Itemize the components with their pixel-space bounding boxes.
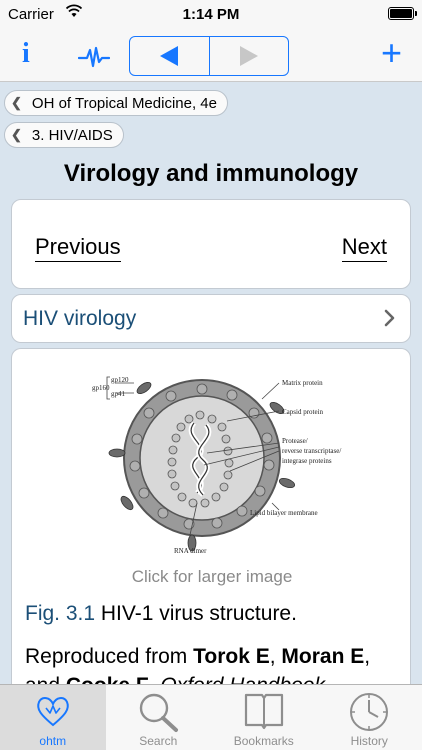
clock-time: 1:14 PM [182, 6, 240, 23]
breadcrumb-chapter[interactable]: ❮ 3. HIV/AIDS [4, 122, 124, 148]
label-matrix: Matrix protein [282, 379, 323, 387]
magnifier-icon [140, 693, 179, 732]
figure-card: gp160 gp120 gp41 Matrix protein Capsid p… [11, 348, 411, 708]
figure-caption-text: HIV-1 virus structure. [100, 602, 297, 625]
repro-author-2: Moran E [281, 645, 365, 668]
breadcrumb-label: 3. HIV/AIDS [31, 126, 113, 144]
tab-ohtm[interactable]: ohtm [0, 685, 106, 750]
tab-label: ohtm [39, 734, 67, 748]
forward-button[interactable] [208, 37, 289, 75]
info-icon[interactable]: i [22, 38, 30, 70]
tab-bar: ohtm Search Bookmarks History [0, 684, 422, 750]
prev-next-card: Previous Next [11, 199, 411, 289]
back-arrow-icon [160, 46, 179, 66]
tab-label: Search [139, 734, 178, 748]
click-for-larger-hint[interactable]: Click for larger image [12, 567, 410, 587]
label-protease-1: Protease/ [282, 437, 308, 445]
label-rna: RNA dimer [174, 547, 207, 555]
tab-history[interactable]: History [317, 685, 422, 750]
breadcrumb-label: OH of Tropical Medicine, 4e [31, 94, 217, 112]
pulse-icon[interactable] [78, 44, 110, 70]
status-bar: Carrier 1:14 PM [0, 0, 422, 30]
battery-icon [388, 7, 417, 20]
previous-link[interactable]: Previous [35, 234, 121, 262]
chevron-right-icon [384, 309, 395, 327]
heart-icon [36, 697, 69, 727]
repro-author-1: Torok E [193, 645, 270, 668]
repro-sep: , [269, 645, 282, 668]
back-button[interactable] [130, 37, 209, 75]
hiv-virus-diagram[interactable]: gp160 gp120 gp41 Matrix protein Capsid p… [72, 353, 362, 563]
label-capsid: Capsid protein [282, 408, 324, 416]
breadcrumb-book[interactable]: ❮ OH of Tropical Medicine, 4e [4, 90, 228, 116]
history-segmented-control [129, 36, 289, 76]
label-gp41: gp41 [111, 390, 126, 398]
figure-number: Fig. 3.1 [25, 602, 96, 625]
page-title: Virology and immunology [63, 160, 359, 187]
tab-bookmarks[interactable]: Bookmarks [211, 685, 317, 750]
tab-label: History [350, 734, 388, 748]
book-icon [244, 693, 283, 730]
next-link[interactable]: Next [341, 234, 387, 262]
label-gp160: gp160 [92, 384, 110, 392]
tab-search[interactable]: Search [106, 685, 212, 750]
forward-arrow-icon [239, 46, 258, 66]
clock-icon [350, 693, 389, 731]
label-gp120: gp120 [111, 376, 129, 384]
repro-prefix: Reproduced from [25, 645, 194, 668]
label-lipid: Lipid bilayer membrane [250, 509, 318, 517]
tab-label: Bookmarks [233, 734, 294, 748]
top-toolbar: i + [0, 30, 422, 82]
section-link-hiv-virology[interactable]: HIV virology [11, 294, 411, 343]
chevron-left-icon: ❮ [11, 95, 22, 110]
label-protease-2: reverse transcriptase/ [282, 447, 341, 455]
chevron-left-icon: ❮ [11, 127, 22, 142]
figure-caption: Fig. 3.1 HIV-1 virus structure. [25, 602, 297, 626]
section-link-label: HIV virology [23, 307, 137, 330]
plus-icon[interactable]: + [381, 32, 402, 74]
label-protease-3: integrase proteins [282, 457, 332, 465]
